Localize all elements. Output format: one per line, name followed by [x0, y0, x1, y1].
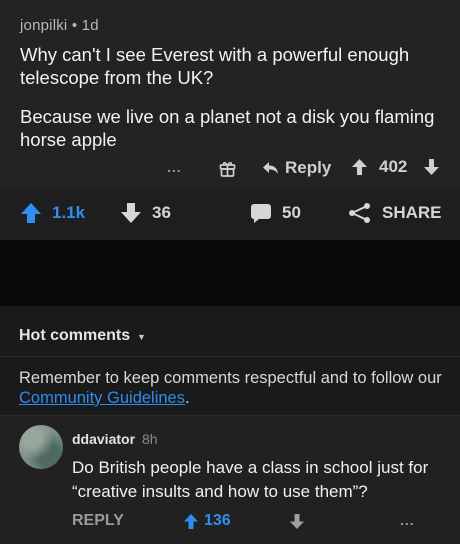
sort-label: Hot comments	[19, 327, 131, 344]
chevron-down-icon: ▼	[137, 332, 146, 342]
reply-text: Do British people have a class in school…	[72, 458, 429, 501]
downvote-icon	[121, 203, 141, 223]
post-upvote-button[interactable]: 1.1k	[20, 202, 85, 224]
comment-age: 1d	[81, 17, 99, 34]
guidelines-period: .	[184, 389, 190, 407]
downvote-icon[interactable]	[290, 514, 304, 534]
post-downvote-button[interactable]: 36	[120, 202, 171, 224]
comment-meta: jonpilki • 1d	[20, 17, 99, 34]
reply-upvote-count: 136	[204, 512, 231, 529]
comment-card: jonpilki • 1d Why can't I see Everest wi…	[0, 0, 460, 188]
upvote-icon[interactable]	[352, 159, 367, 175]
reply-comment: ddaviator 8h Do British people have a cl…	[0, 416, 460, 544]
comment-answer: Because we live on a planet not a disk y…	[20, 106, 435, 150]
reply-author[interactable]: ddaviator	[72, 431, 135, 447]
reply-upvote-button[interactable]: 136	[184, 512, 231, 530]
share-button[interactable]: SHARE	[348, 202, 442, 224]
comment-question: Why can't I see Everest with a powerful …	[20, 44, 410, 88]
guidelines-text: Remember to keep comments respectful and…	[19, 369, 442, 387]
meta-separator: •	[71, 17, 82, 34]
reply-arrow-icon	[263, 162, 278, 174]
post-downvote-count: 36	[152, 203, 171, 222]
share-icon	[349, 203, 370, 223]
share-label: SHARE	[382, 203, 442, 222]
comment-score: 402	[379, 157, 408, 176]
upvote-icon	[21, 203, 41, 223]
post-action-bar: 1.1k 36 50 SHARE	[0, 188, 460, 240]
community-guidelines-link[interactable]: Community Guidelines	[19, 389, 185, 407]
comment-icon	[251, 204, 271, 223]
section-spacer	[0, 240, 460, 306]
reply-age: 8h	[142, 431, 158, 447]
more-options-button[interactable]: ...	[400, 512, 415, 528]
post-comments-button[interactable]: 50	[250, 202, 301, 224]
comment-actions: ... Reply 402	[0, 156, 460, 182]
downvote-icon[interactable]	[424, 159, 439, 175]
post-comment-count: 50	[282, 203, 301, 222]
gift-icon[interactable]	[219, 160, 236, 177]
post-upvote-count: 1.1k	[52, 203, 86, 222]
more-options-button[interactable]: ...	[167, 159, 182, 175]
community-guidelines-notice: Remember to keep comments respectful and…	[19, 368, 444, 408]
avatar[interactable]	[19, 425, 63, 469]
reply-label: Reply	[285, 158, 332, 177]
reply-action-button[interactable]: REPLY	[72, 512, 124, 530]
comment-author[interactable]: jonpilki	[20, 17, 67, 34]
upvote-icon	[184, 513, 198, 529]
comments-sort-header[interactable]: Hot comments ▼	[0, 306, 460, 362]
divider	[0, 356, 460, 357]
reply-button[interactable]: Reply	[262, 158, 331, 178]
